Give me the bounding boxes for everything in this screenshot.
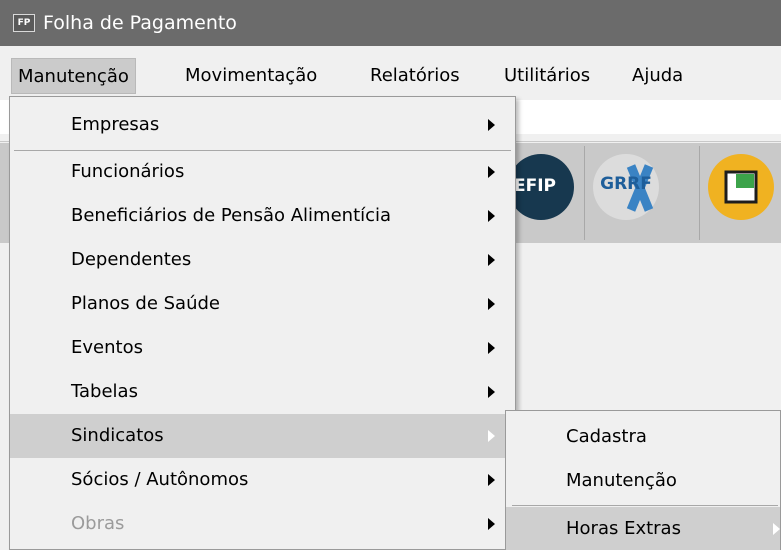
sindicatos-submenu: Cadastra Manutenção Horas Extras [505, 410, 781, 550]
menu-item-sindicatos[interactable]: Sindicatos [10, 414, 515, 458]
submenu-arrow-icon [488, 166, 495, 178]
menu-bar: Manutenção Movimentação Relatórios Utili… [0, 58, 781, 94]
submenu-arrow-icon [488, 474, 495, 486]
menu-item-eventos[interactable]: Eventos [10, 326, 515, 370]
submenu-item-horas-extras[interactable]: Horas Extras [506, 507, 780, 550]
menu-item-dependentes[interactable]: Dependentes [10, 238, 515, 282]
grrf-button[interactable]: GRRF [584, 146, 668, 240]
menu-movimentacao[interactable]: Movimentação [179, 58, 323, 94]
sefip-icon: EFIP [508, 154, 574, 220]
menu-item-beneficiarios[interactable]: Beneficiários de Pensão Alimentícia [10, 194, 515, 238]
submenu-item-cadastra[interactable]: Cadastra [506, 415, 780, 459]
grrf-icon: GRRF [593, 154, 659, 220]
submenu-arrow-icon [773, 523, 780, 535]
submenu-arrow-icon [488, 119, 495, 131]
menu-item-label: Funcionários [71, 161, 185, 182]
menu-item-socios-autonomos[interactable]: Sócios / Autônomos [10, 458, 515, 502]
menu-item-label: Obras [71, 513, 125, 534]
submenu-arrow-icon [488, 430, 495, 442]
menu-item-obras: Obras [10, 502, 515, 546]
menu-item-empresas[interactable]: Empresas [10, 103, 515, 147]
submenu-item-manutencao[interactable]: Manutenção [506, 459, 780, 503]
menu-item-label: Empresas [71, 114, 160, 135]
menu-manutencao[interactable]: Manutenção [11, 58, 136, 94]
menu-item-tabelas[interactable]: Tabelas [10, 370, 515, 414]
folder-button[interactable] [699, 146, 781, 240]
manutencao-menu: Empresas Funcionários Beneficiários de P… [9, 96, 516, 550]
folder-icon [708, 154, 774, 220]
menu-item-label: Sindicatos [71, 425, 164, 446]
app-icon: FP [13, 14, 35, 32]
menu-item-label: Sócios / Autônomos [71, 469, 249, 490]
submenu-arrow-icon [488, 254, 495, 266]
submenu-arrow-icon [488, 342, 495, 354]
submenu-item-label: Manutenção [566, 470, 677, 491]
menu-item-label: Dependentes [71, 249, 192, 270]
menu-relatorios[interactable]: Relatórios [364, 58, 466, 94]
submenu-arrow-icon [488, 386, 495, 398]
submenu-arrow-icon [488, 298, 495, 310]
menu-ajuda[interactable]: Ajuda [626, 58, 689, 94]
window-title: Folha de Pagamento [43, 12, 237, 34]
submenu-arrow-icon [488, 210, 495, 222]
submenu-item-label: Horas Extras [566, 518, 681, 539]
submenu-separator [512, 505, 778, 506]
submenu-item-label: Cadastra [566, 426, 647, 447]
title-bar: FP Folha de Pagamento [0, 0, 781, 46]
submenu-arrow-icon [488, 518, 495, 530]
menu-utilitarios[interactable]: Utilitários [498, 58, 596, 94]
menu-item-label: Planos de Saúde [71, 293, 220, 314]
menu-item-label: Beneficiários de Pensão Alimentícia [71, 205, 392, 226]
menu-item-label: Eventos [71, 337, 143, 358]
menu-item-label: Tabelas [71, 381, 138, 402]
menu-item-planos-de-saude[interactable]: Planos de Saúde [10, 282, 515, 326]
menu-item-funcionarios[interactable]: Funcionários [10, 150, 515, 194]
